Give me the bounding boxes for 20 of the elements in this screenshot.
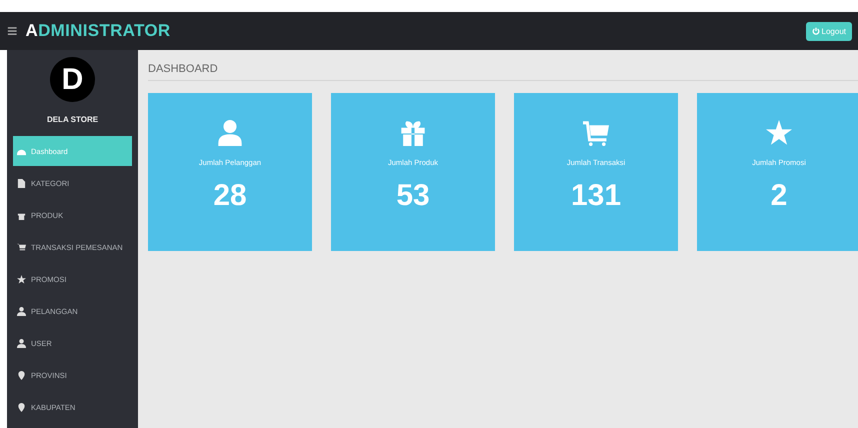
cart-icon (583, 120, 609, 146)
star-icon (17, 274, 26, 284)
marker-icon (17, 370, 26, 380)
star-icon (766, 120, 792, 146)
user-icon (17, 338, 26, 348)
file-icon (17, 178, 26, 188)
menu-icon[interactable]: ≡ (7, 20, 18, 42)
power-icon (812, 27, 820, 35)
cart-icon (17, 242, 26, 252)
card-value: 2 (770, 179, 788, 213)
card-value: 131 (570, 179, 622, 213)
card-value: 53 (396, 179, 430, 213)
marker-icon (17, 402, 26, 412)
store-name: DELA STORE (46, 115, 98, 124)
app-title: ADMINISTRATOR (26, 21, 170, 41)
page-title: DASHBOARD (148, 50, 858, 81)
user-icon (217, 120, 243, 146)
user-icon (17, 306, 26, 316)
avatar: D (50, 57, 95, 102)
card-value: 28 (213, 179, 247, 213)
